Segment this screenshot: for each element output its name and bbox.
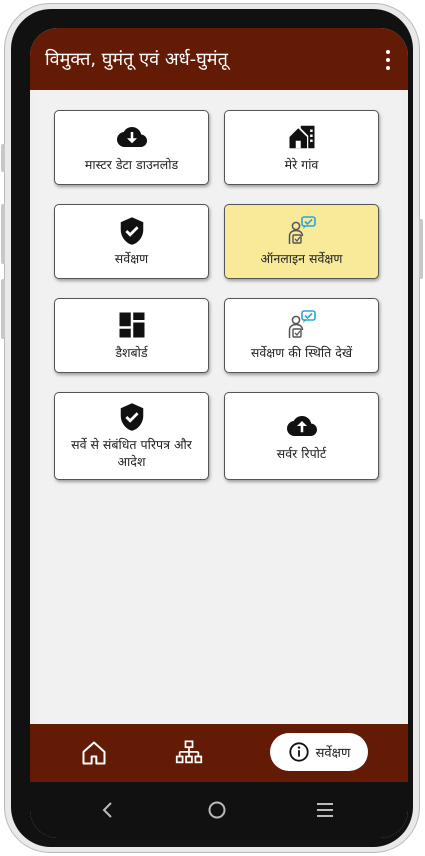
bottom-nav-active-label: सर्वेक्षण bbox=[315, 746, 351, 761]
tile-label: डैशबोर्ड bbox=[115, 345, 148, 360]
survey-status-person-icon bbox=[288, 310, 316, 338]
bottom-nav-active-survey[interactable]: सर्वेक्षण bbox=[270, 733, 368, 771]
tile-label: सर्वे से संबंधित परिपत्र और आदेश bbox=[71, 437, 192, 469]
tile-online-survey[interactable]: ऑनलाइन सर्वेक्षण bbox=[224, 204, 379, 279]
overflow-menu-icon[interactable] bbox=[380, 48, 396, 72]
tile-label: सर्वेक्षण bbox=[114, 251, 149, 266]
tile-server-report[interactable]: सर्वर रिपोर्ट bbox=[224, 392, 379, 480]
cloud-download-icon bbox=[116, 127, 147, 147]
volume-up-button bbox=[1, 144, 5, 172]
system-nav-bar bbox=[30, 782, 408, 838]
volume-down-button bbox=[1, 204, 5, 264]
bezel: विमुक्त, घुमंतू एवं अर्ध-घुमंतू मास्टर ड… bbox=[11, 9, 413, 847]
home-circle-icon[interactable] bbox=[205, 798, 229, 822]
tile-dashboard[interactable]: डैशबोर्ड bbox=[54, 298, 209, 373]
screen: विमुक्त, घुमंतू एवं अर्ध-घुमंतू मास्टर ड… bbox=[30, 28, 408, 838]
info-icon bbox=[289, 742, 309, 762]
tile-label: सर्वेक्षण की स्थिति देखें bbox=[250, 345, 353, 360]
phone-frame: विमुक्त, घुमंतू एवं अर्ध-घुमंतू मास्टर ड… bbox=[1, 3, 423, 853]
home-icon[interactable] bbox=[80, 739, 108, 767]
shield-check-icon bbox=[120, 217, 143, 245]
side-button bbox=[1, 279, 5, 339]
tile-survey-circulars-orders[interactable]: सर्वे से संबंधित परिपत्र और आदेश bbox=[54, 392, 209, 480]
app-bar: विमुक्त, घुमंतू एवं अर्ध-घुमंतू bbox=[30, 28, 408, 90]
tile-survey[interactable]: सर्वेक्षण bbox=[54, 204, 209, 279]
village-home-icon bbox=[289, 125, 314, 149]
recents-icon[interactable] bbox=[313, 798, 337, 822]
page-title: विमुक्त, घुमंतू एवं अर्ध-घुमंतू bbox=[45, 49, 228, 70]
power-button bbox=[419, 219, 423, 279]
tile-label: मास्टर डेटा डाउनलोड bbox=[84, 157, 179, 172]
bottom-nav: सर्वेक्षण bbox=[30, 724, 408, 782]
back-icon[interactable] bbox=[96, 798, 120, 822]
online-survey-person-icon bbox=[288, 216, 316, 244]
tile-master-data-download[interactable]: मास्टर डेटा डाउनलोड bbox=[54, 110, 209, 185]
cloud-upload-icon bbox=[286, 415, 317, 436]
tile-survey-status[interactable]: सर्वेक्षण की स्थिति देखें bbox=[224, 298, 379, 373]
tile-label: मेरे गांव bbox=[284, 157, 319, 172]
sitemap-icon[interactable] bbox=[175, 739, 203, 767]
shield-check-icon bbox=[120, 403, 143, 431]
tile-label: ऑनलाइन सर्वेक्षण bbox=[260, 251, 343, 266]
tile-label: सर्वर रिपोर्ट bbox=[276, 445, 327, 461]
tile-grid: मास्टर डेटा डाउनलोड मेरे गांव सर्वेक्षण … bbox=[36, 90, 402, 745]
dashboard-icon bbox=[119, 312, 144, 338]
tile-my-village[interactable]: मेरे गांव bbox=[224, 110, 379, 185]
